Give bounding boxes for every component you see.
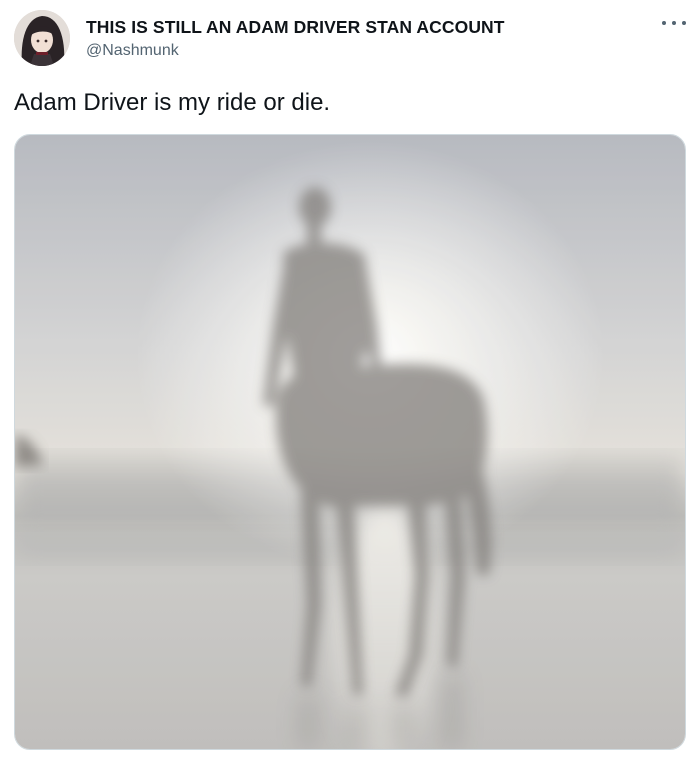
display-name[interactable]: THIS IS STILL AN ADAM DRIVER STAN ACCOUN… [86, 16, 505, 38]
more-dot [672, 21, 676, 25]
tweet-photo[interactable] [14, 134, 686, 750]
more-options-icon[interactable] [662, 16, 686, 30]
anime-avatar-icon [14, 10, 70, 66]
tweet-text: Adam Driver is my ride or die. [14, 89, 331, 116]
handle[interactable]: @Nashmunk [86, 40, 505, 61]
more-dot [662, 21, 666, 25]
tweet-card: THIS IS STILL AN ADAM DRIVER STAN ACCOUN… [0, 0, 700, 763]
centaur-beach-photo [15, 135, 685, 749]
avatar[interactable] [14, 10, 70, 66]
author-names: THIS IS STILL AN ADAM DRIVER STAN ACCOUN… [86, 16, 505, 61]
more-dot [682, 21, 686, 25]
